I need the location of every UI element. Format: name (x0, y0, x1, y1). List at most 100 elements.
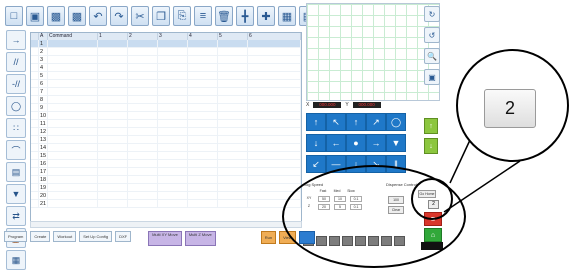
table-row[interactable]: 17 (31, 168, 301, 176)
home-button[interactable]: ⌂ (424, 228, 442, 242)
refresh-icon[interactable]: ↻ (424, 6, 440, 22)
save-icon[interactable]: ▩ (47, 6, 65, 26)
move-point-icon[interactable]: → (6, 30, 26, 50)
program-table[interactable]: A Command 1 2 3 4 5 6 1 2 3 4 5 6 7 8 9 10 11 12 13 1… (30, 32, 302, 222)
table-row[interactable]: 15 (31, 152, 301, 160)
new-file-icon[interactable]: □ (5, 6, 23, 26)
workout-button[interactable]: Workout (53, 231, 77, 242)
insert-icon[interactable]: ≡ (194, 6, 212, 26)
table-row[interactable]: 16 (31, 160, 301, 168)
run-button[interactable]: Run (260, 231, 277, 244)
table-cell (188, 48, 218, 55)
copy-icon[interactable]: ❐ (152, 6, 170, 26)
paste-icon[interactable]: ⎘ (173, 6, 191, 26)
table-horizontal-scrollbar[interactable] (30, 221, 302, 228)
delete-icon[interactable]: 🗑 (215, 6, 233, 26)
cut-icon[interactable]: ✂ (131, 6, 149, 26)
home-center-icon[interactable]: ● (346, 134, 366, 152)
table-cell (188, 184, 218, 191)
table-cell (48, 104, 98, 111)
table-row[interactable]: 4 (31, 64, 301, 72)
setup-button[interactable]: Set Up Config (79, 231, 113, 242)
io-indicator-6[interactable] (368, 236, 379, 246)
x-right-icon[interactable]: → (366, 134, 386, 152)
dxf-button[interactable]: DXF (115, 231, 132, 242)
pallet-icon[interactable]: ▦ (6, 250, 26, 270)
io-indicator-8[interactable] (394, 236, 405, 246)
dispense-value-input[interactable]: 100 (388, 196, 404, 204)
multi-xy-button[interactable]: Multi XY Move (148, 231, 182, 246)
undo-icon[interactable]: ↶ (89, 6, 107, 26)
path-preview-canvas[interactable] (306, 3, 440, 101)
pause-icon[interactable]: ‖ (386, 155, 406, 173)
table-row[interactable]: 6 (31, 80, 301, 88)
table-row[interactable]: 10 (31, 112, 301, 120)
table-row[interactable]: 14 (31, 144, 301, 152)
io-indicator-3[interactable] (329, 236, 340, 246)
crosshair-icon[interactable]: ✚ (257, 6, 275, 26)
jog-xy-med-input[interactable]: 10 (334, 196, 346, 202)
program-button[interactable]: Program (4, 231, 28, 242)
view-button[interactable]: View (279, 231, 296, 244)
y-up-left-icon[interactable]: ↖ (326, 113, 346, 131)
blue-action-button[interactable] (298, 231, 315, 244)
table-row[interactable]: 9 (31, 104, 301, 112)
table-row[interactable]: 1 (31, 40, 301, 48)
table-cell (31, 184, 39, 191)
fit-icon[interactable]: ▣ (424, 69, 440, 85)
io-icon[interactable]: ⇄ (6, 206, 26, 226)
table-row[interactable]: 21 (31, 200, 301, 208)
jog-z-fast-input[interactable]: 20 (318, 204, 330, 210)
dispense-icon[interactable]: ▼ (6, 184, 26, 204)
jog-xy-fast-input[interactable]: 50 (318, 196, 330, 202)
down-arrow-green-icon[interactable]: ↓ (424, 138, 438, 154)
clear-button[interactable]: Clear (388, 206, 404, 214)
table-row[interactable]: 5 (31, 72, 301, 80)
line-passing-icon[interactable]: -// (6, 74, 26, 94)
jog-xy-slow-input[interactable]: 0.1 (350, 196, 362, 202)
multi-z-button[interactable]: Multi Z Move (184, 231, 216, 246)
fill-icon[interactable]: ▤ (6, 162, 26, 182)
dot-array-icon[interactable]: ∷ (6, 118, 26, 138)
y-down-right-icon[interactable]: ↘ (366, 155, 386, 173)
save-as-icon[interactable]: ▩ (68, 6, 86, 26)
table-row[interactable]: 2 (31, 48, 301, 56)
table-row[interactable]: 20 (31, 192, 301, 200)
z-up-icon[interactable]: ↑ (306, 113, 326, 131)
jog-z-slow-input[interactable]: 0.1 (350, 204, 362, 210)
y-up-icon[interactable]: ↑ (346, 113, 366, 131)
line-icon[interactable]: // (6, 52, 26, 72)
circle-icon[interactable]: ◯ (6, 96, 26, 116)
table-row[interactable]: 13 (31, 136, 301, 144)
point-icon[interactable]: ╋ (236, 6, 254, 26)
open-folder-icon[interactable]: ▣ (26, 6, 44, 26)
create-button[interactable]: Create (30, 231, 51, 242)
line-move-icon[interactable]: — (326, 155, 346, 173)
small-button-2[interactable]: 2 (428, 200, 439, 209)
table-row[interactable]: 7 (31, 88, 301, 96)
up-arrow-green-icon[interactable]: ↑ (424, 118, 438, 134)
arc-icon[interactable]: ⌒ (6, 140, 26, 160)
y-down-left-icon[interactable]: ↙ (306, 155, 326, 173)
table-row[interactable]: 8 (31, 96, 301, 104)
dispense-toggle-icon[interactable]: ▼ (386, 134, 406, 152)
z-down-icon[interactable]: ↓ (306, 134, 326, 152)
io-indicator-2[interactable] (316, 236, 327, 246)
y-up-right-icon[interactable]: ↗ (366, 113, 386, 131)
io-indicator-4[interactable] (342, 236, 353, 246)
reset-view-icon[interactable]: ↺ (424, 27, 440, 43)
redo-icon[interactable]: ↷ (110, 6, 128, 26)
table-row[interactable]: 3 (31, 56, 301, 64)
x-left-icon[interactable]: ← (326, 134, 346, 152)
y-down-icon[interactable]: ↓ (346, 155, 366, 173)
table-icon[interactable]: ▦ (278, 6, 296, 26)
circle-move-icon[interactable]: ◯ (386, 113, 406, 131)
table-row[interactable]: 11 (31, 120, 301, 128)
zoom-icon[interactable]: 🔍 (424, 48, 440, 64)
io-indicator-7[interactable] (381, 236, 392, 246)
table-row[interactable]: 19 (31, 184, 301, 192)
jog-z-med-input[interactable]: 5 (334, 204, 346, 210)
table-row[interactable]: 12 (31, 128, 301, 136)
io-indicator-5[interactable] (355, 236, 366, 246)
table-row[interactable]: 18 (31, 176, 301, 184)
